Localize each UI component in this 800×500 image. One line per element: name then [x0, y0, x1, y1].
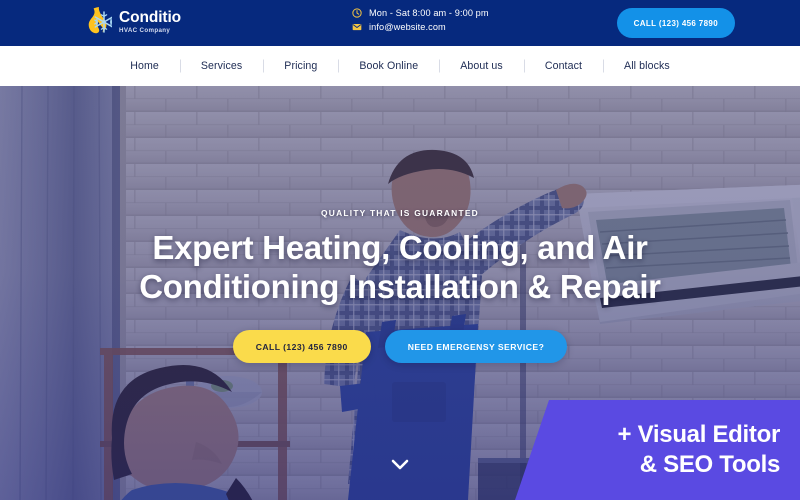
promo-badge-line-1: + Visual Editor	[617, 421, 781, 449]
logo-text-block: Conditio HVAC Company	[119, 10, 181, 35]
chevron-down-icon[interactable]	[390, 458, 410, 472]
hero-emergency-button-label: NEED EMERGENSY SERVICE?	[407, 341, 545, 352]
contact-email[interactable]: info@website.com	[352, 22, 489, 32]
logo-tagline: HVAC Company	[119, 27, 171, 35]
nav-item-services[interactable]: Services	[180, 60, 263, 72]
nav-item-home[interactable]: Home	[109, 60, 180, 72]
hero-emergency-button[interactable]: NEED EMERGENSY SERVICE?	[384, 330, 568, 364]
hero-eyebrow: QUALITY THAT IS GUARANTED	[321, 208, 479, 218]
envelope-icon	[352, 24, 362, 31]
top-bar: Conditio HVAC Company Mon - Sat 8:00 am …	[0, 0, 800, 46]
logo-name: Conditio	[119, 8, 182, 26]
page-root: Conditio HVAC Company Mon - Sat 8:00 am …	[0, 0, 800, 500]
contact-hours-text: Mon - Sat 8:00 am - 9:00 pm	[369, 8, 489, 18]
main-navigation: Home Services Pricing Book Online About …	[0, 46, 800, 86]
clock-icon	[352, 8, 362, 18]
contact-info: Mon - Sat 8:00 am - 9:00 pm info@website…	[352, 8, 489, 32]
hero-button-group: CALL (123) 456 7890 NEED EMERGENSY SERVI…	[232, 330, 568, 364]
hero-call-button[interactable]: CALL (123) 456 7890	[232, 330, 371, 364]
flame-snowflake-icon	[88, 7, 112, 34]
hero-title: Expert Heating, Cooling, and Air Conditi…	[139, 229, 661, 305]
promo-badge: + Visual Editor & SEO Tools	[515, 400, 800, 500]
header-call-button[interactable]: CALL (123) 456 7890	[616, 8, 735, 38]
nav-item-pricing[interactable]: Pricing	[263, 60, 338, 72]
nav-item-all-blocks[interactable]: All blocks	[603, 60, 691, 72]
site-logo[interactable]: Conditio HVAC Company	[84, 7, 181, 37]
hero-section: QUALITY THAT IS GUARANTED Expert Heating…	[0, 86, 800, 500]
promo-badge-line-2: & SEO Tools	[639, 451, 781, 478]
contact-hours: Mon - Sat 8:00 am - 9:00 pm	[352, 8, 489, 18]
nav-item-about-us[interactable]: About us	[439, 60, 524, 72]
hero-call-button-label: CALL (123) 456 7890	[255, 341, 348, 352]
contact-email-text: info@website.com	[369, 22, 446, 32]
nav-item-contact[interactable]: Contact	[524, 60, 603, 72]
header-call-button-label: CALL (123) 456 7890	[633, 18, 718, 28]
nav-item-book-online[interactable]: Book Online	[338, 60, 439, 72]
